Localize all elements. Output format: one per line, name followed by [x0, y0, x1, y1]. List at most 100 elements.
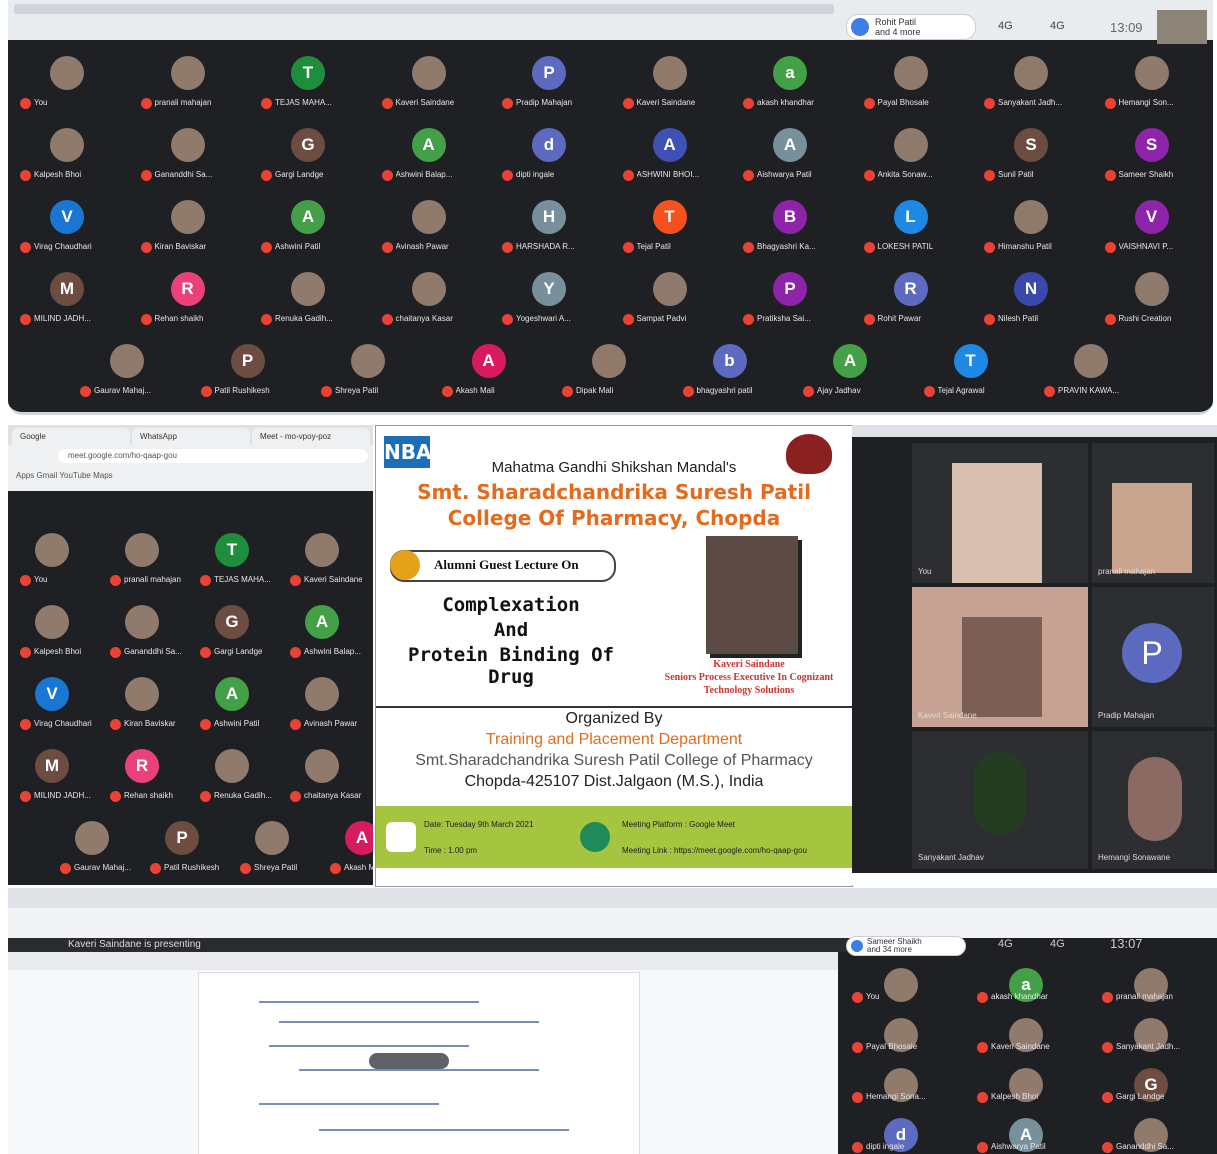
address-bar[interactable]: meet.google.com/ho-qaap-gou — [58, 449, 368, 463]
browser-tab-google[interactable]: Google — [12, 428, 130, 445]
participant-tile[interactable]: V Virag Chaudhari — [8, 188, 126, 254]
participant-tile[interactable]: Renuka Gadih... — [188, 737, 276, 803]
participant-tile[interactable]: R Rehan shaikh — [98, 737, 186, 803]
participant-tile[interactable]: pranali mahajan — [1090, 956, 1212, 1004]
participant-tile[interactable]: Payal Bhosale — [852, 44, 970, 110]
participant-tile[interactable]: P Pradip Mahajan — [490, 44, 608, 110]
participant-tile[interactable]: A Ashwini Balap... — [370, 116, 488, 182]
participant-tile[interactable]: Kiran Baviskar — [98, 665, 186, 731]
participant-tile[interactable]: H HARSHADA R... — [490, 188, 608, 254]
participant-tile[interactable]: A Ajay Jadhav — [791, 332, 909, 398]
participant-tile[interactable]: A Akash Mali — [318, 809, 373, 875]
bookmarks-bar[interactable]: Apps Gmail YouTube Maps — [16, 471, 113, 480]
participant-tile[interactable]: A Ashwini Patil — [188, 665, 276, 731]
participant-tile[interactable]: Dipak Mali — [550, 332, 668, 398]
mic-muted-icon — [261, 242, 272, 253]
participant-tile[interactable]: You — [840, 956, 962, 1004]
mic-muted-icon — [200, 386, 212, 397]
avatar: B — [773, 200, 807, 234]
participant-tile[interactable]: chaitanya Kasar — [278, 737, 366, 803]
participant-tile[interactable]: R Rohit Pawar — [852, 260, 970, 326]
meeting-link[interactable]: Meeting Link : https://meet.google.com/h… — [622, 846, 850, 855]
participant-tile[interactable]: pranali mahajan — [129, 44, 247, 110]
participant-tile[interactable]: Kaveri Saindane — [370, 44, 488, 110]
participant-tile[interactable]: A Ashwini Balap... — [278, 593, 366, 659]
participant-tile[interactable]: P Pratiksha Sai... — [731, 260, 849, 326]
participant-tile[interactable]: A Akash Mali — [430, 332, 548, 398]
participant-tile[interactable]: Himanshu Patil — [972, 188, 1090, 254]
participant-tile[interactable]: T Tejal Patil — [611, 188, 729, 254]
participant-tile[interactable]: Shreya Patil — [309, 332, 427, 398]
participant-photo — [125, 533, 159, 567]
participant-tile[interactable]: T TEJAS MAHA... — [188, 521, 276, 587]
participant-tile[interactable]: P Patil Rushikesh — [189, 332, 307, 398]
participant-tile[interactable]: G Gargi Landge — [1090, 1056, 1212, 1104]
participant-tile[interactable]: chaitanya Kasar — [370, 260, 488, 326]
participant-tile[interactable]: Kaveri Saindane — [611, 44, 729, 110]
participant-tile[interactable]: You — [8, 521, 96, 587]
participant-tile[interactable]: G Gargi Landge — [249, 116, 367, 182]
participant-tile[interactable]: M MILIND JADH... — [8, 260, 126, 326]
participant-tile[interactable]: d dipti ingale — [490, 116, 608, 182]
participant-tile[interactable]: Payal Bhosale — [840, 1006, 962, 1054]
participant-tile[interactable]: G Gargi Landge — [188, 593, 276, 659]
participant-tile[interactable]: T TEJAS MAHA... — [249, 44, 367, 110]
participant-tile[interactable]: Kalpesh Bhoi — [8, 593, 96, 659]
participant-tile[interactable]: pranali mahajan — [98, 521, 186, 587]
participant-tile[interactable]: S Sunil Patil — [972, 116, 1090, 182]
mic-muted-icon — [140, 242, 152, 253]
participant-tile[interactable]: B Bhagyashri Ka... — [731, 188, 849, 254]
participant-tile[interactable]: Sanyakant Jadh... — [972, 44, 1090, 110]
participant-tile[interactable]: P Patil Rushikesh — [138, 809, 226, 875]
participant-tile[interactable]: T Tejal Agrawal — [912, 332, 1030, 398]
participant-tile[interactable]: You — [8, 44, 126, 110]
organizer-address: Chopda-425107 Dist.Jalgaon (M.S.), India — [464, 773, 764, 790]
participant-tile[interactable]: Ankita Sonaw... — [852, 116, 970, 182]
participant-tile[interactable]: Kalpesh Bhoi — [8, 116, 126, 182]
participant-tile[interactable]: Sampat Padvi — [611, 260, 729, 326]
participant-tile[interactable]: Sanyakant Jadh... — [1090, 1006, 1212, 1054]
participant-tile[interactable]: b bhagyashri patil — [671, 332, 789, 398]
participant-tile[interactable]: S Sameer Shaikh — [1093, 116, 1211, 182]
participant-tile[interactable]: Kalpesh Bhoi — [965, 1056, 1087, 1104]
participant-tile[interactable]: Gaurav Mahaj... — [48, 809, 136, 875]
participant-tile[interactable]: V Virag Chaudhari — [8, 665, 96, 731]
video-tile-you: You — [912, 443, 1088, 583]
participant-tile[interactable]: M MILIND JADH... — [8, 737, 96, 803]
participant-tile[interactable]: L LOKESH PATIL — [852, 188, 970, 254]
participant-tile[interactable]: Gananddhi Sa... — [129, 116, 247, 182]
participant-tile[interactable]: Avinash Pawar — [278, 665, 366, 731]
participant-tile[interactable]: Kaveri Saindane — [278, 521, 366, 587]
mic-muted-icon — [290, 719, 301, 730]
participant-tile[interactable]: N Nilesh Patil — [972, 260, 1090, 326]
browser-tab-whatsapp[interactable]: WhatsApp — [132, 428, 250, 445]
participant-tile[interactable]: Rushi Creation — [1093, 260, 1211, 326]
participant-name: Renuka Gadih... — [275, 314, 333, 323]
mic-muted-icon — [261, 314, 272, 325]
participant-tile[interactable]: Hemangi Sona... — [840, 1056, 962, 1104]
participant-tile[interactable]: a akash khandhar — [965, 956, 1087, 1004]
participant-tile[interactable]: Shreya Patil — [228, 809, 316, 875]
participant-tile[interactable]: Hemangi Son... — [1093, 44, 1211, 110]
presenter-pill[interactable]: Rohit Patil and 4 more — [846, 14, 976, 40]
participant-tile[interactable]: Kaveri Saindane — [965, 1006, 1087, 1054]
participant-tile[interactable]: V VAISHNAVI P... — [1093, 188, 1211, 254]
participant-tile[interactable]: d dipti ingale — [840, 1106, 962, 1154]
participant-tile[interactable]: R Rehan shaikh — [129, 260, 247, 326]
participant-tile[interactable]: A Aishwarya Patil — [965, 1106, 1087, 1154]
participant-tile[interactable]: a akash khandhar — [731, 44, 849, 110]
participant-tile[interactable]: Kiran Baviskar — [129, 188, 247, 254]
participant-tile[interactable]: A ASHWINI BHOI... — [611, 116, 729, 182]
participant-tile[interactable]: Renuka Gadih... — [249, 260, 367, 326]
participant-tile[interactable]: A Ashwini Patil — [249, 188, 367, 254]
participant-tile[interactable]: A Aishwarya Patil — [731, 116, 849, 182]
participant-tile[interactable]: Gananddhi Sa... — [1090, 1106, 1212, 1154]
participant-tile[interactable]: Gananddhi Sa... — [98, 593, 186, 659]
pdf-zoom-control[interactable] — [369, 1053, 449, 1069]
lecture-badge: Alumni Guest Lecture On — [390, 550, 616, 582]
participant-tile[interactable]: PRAVIN KAWA... — [1032, 332, 1150, 398]
participant-tile[interactable]: Avinash Pawar — [370, 188, 488, 254]
participant-tile[interactable]: Y Yogeshwari A... — [490, 260, 608, 326]
browser-tab-meet[interactable]: Meet - mo-vpoy-poz — [252, 428, 370, 445]
participant-tile[interactable]: Gaurav Mahaj... — [68, 332, 186, 398]
